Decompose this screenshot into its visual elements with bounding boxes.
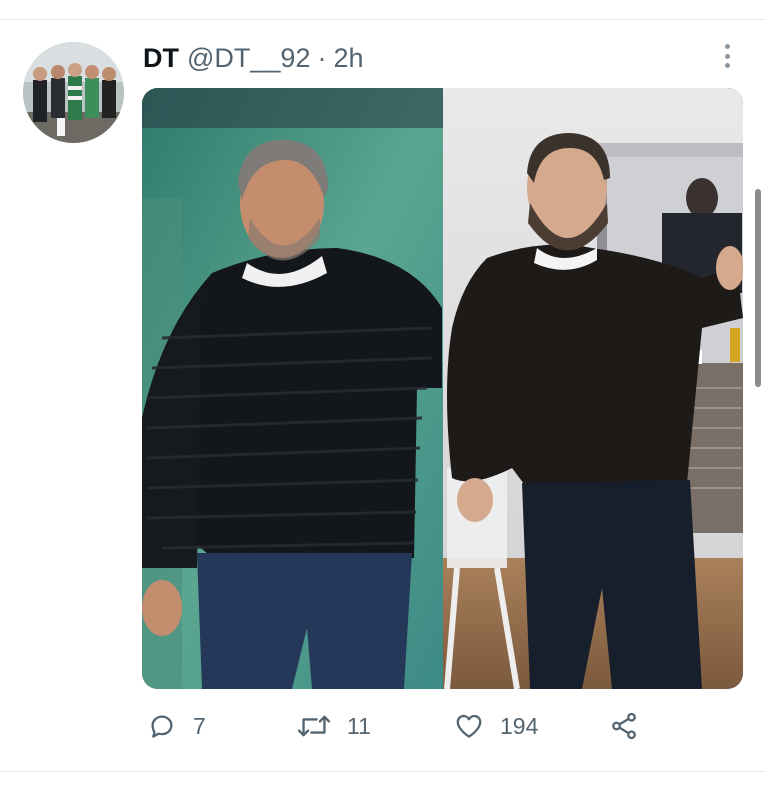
more-vertical-icon[interactable] — [716, 42, 738, 70]
tweet-image[interactable] — [142, 88, 743, 689]
comment-bubble-icon — [147, 711, 177, 741]
separator-dot: · — [317, 42, 327, 73]
timestamp[interactable]: 2h — [333, 43, 363, 74]
top-divider — [0, 19, 765, 20]
scrollbar[interactable] — [755, 189, 761, 387]
heart-icon — [454, 711, 484, 741]
tweet-header: DT @DT__92 · 2h — [143, 40, 364, 76]
retweet-button[interactable]: 11 — [297, 704, 371, 748]
like-count: 194 — [500, 712, 539, 739]
reply-count: 7 — [193, 712, 206, 739]
share-icon — [609, 711, 639, 741]
bottom-divider — [0, 771, 765, 772]
avatar[interactable] — [23, 42, 124, 143]
display-name[interactable]: DT — [143, 43, 179, 74]
reply-button[interactable]: 7 — [147, 704, 206, 748]
like-button[interactable]: 194 — [454, 704, 538, 748]
retweet-count: 11 — [347, 712, 371, 739]
user-handle[interactable]: @DT__92 — [187, 43, 310, 74]
retweet-arrows-icon — [297, 711, 331, 741]
share-button[interactable] — [609, 704, 655, 748]
tweet-actions: 7 11 194 — [143, 704, 663, 748]
